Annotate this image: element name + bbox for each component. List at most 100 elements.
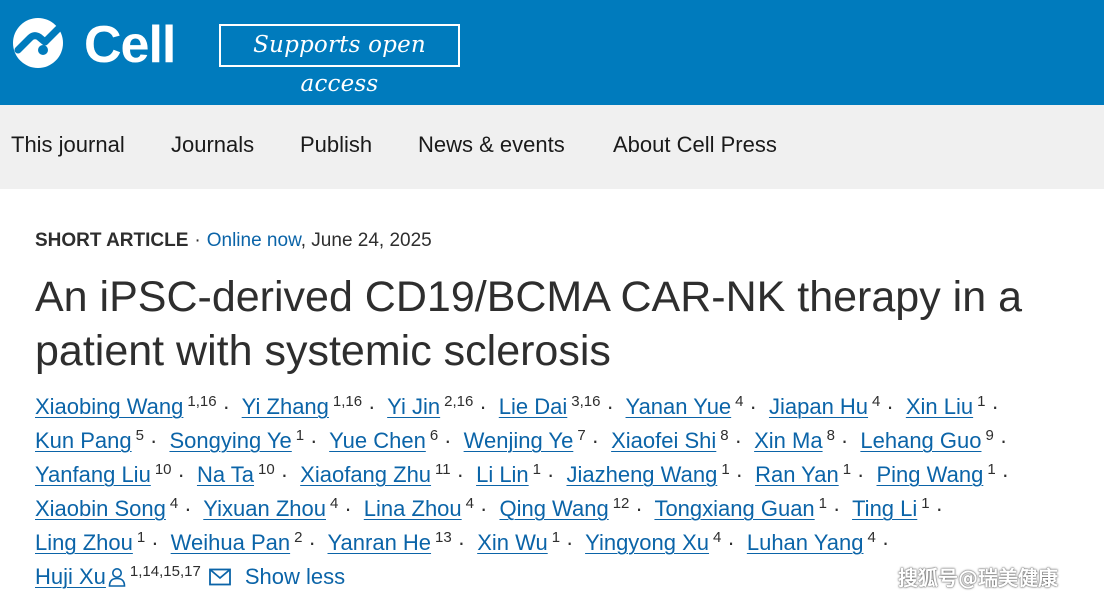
author-list: Xiaobing Wang 1,16 · Yi Zhang 1,16 · Yi Jin 2…: [35, 390, 1045, 594]
affiliation-ref[interactable]: 1: [137, 529, 145, 546]
author-separator: ·: [935, 496, 943, 521]
author-link[interactable]: Yingyong Xu: [585, 530, 709, 555]
author-link[interactable]: Qing Wang: [499, 496, 608, 521]
nav-about-cell-press[interactable]: About Cell Press: [613, 105, 777, 189]
author-link[interactable]: Xin Liu: [906, 394, 973, 419]
article-title: An iPSC-derived CD19/BCMA CAR-NK therapy…: [35, 273, 1022, 375]
author-link[interactable]: Tongxiang Guan: [654, 496, 814, 521]
author-link[interactable]: Yixuan Zhou: [203, 496, 326, 521]
author-separator: ·: [999, 428, 1008, 453]
affiliation-ref[interactable]: 4: [170, 495, 178, 512]
author-link[interactable]: Weihua Pan: [171, 530, 290, 555]
affiliation-ref[interactable]: 4: [867, 529, 875, 546]
author-link[interactable]: Yi Zhang: [242, 394, 329, 419]
author-link[interactable]: Xiaobin Song: [35, 496, 166, 521]
open-access-badge[interactable]: Supports open access: [219, 24, 460, 97]
author-separator: ·: [456, 462, 464, 487]
affiliation-ref[interactable]: 1,16: [333, 393, 362, 410]
affiliation-ref[interactable]: 1: [721, 461, 729, 478]
show-less-button[interactable]: Show less: [245, 564, 345, 589]
author-link[interactable]: Kun Pang: [35, 428, 132, 453]
affiliation-ref[interactable]: 4: [713, 529, 721, 546]
cell-logo-icon[interactable]: [12, 17, 64, 69]
nav-journals[interactable]: Journals: [171, 105, 254, 189]
author-link-corresponding[interactable]: Huji Xu: [35, 564, 106, 589]
affiliation-ref[interactable]: 9: [985, 427, 993, 444]
online-status-link[interactable]: Online now: [207, 230, 301, 251]
author-link[interactable]: Lie Dai: [499, 394, 567, 419]
affiliation-ref[interactable]: 10: [155, 461, 172, 478]
author-link[interactable]: Lina Zhou: [364, 496, 462, 521]
author-link[interactable]: Yanfang Liu: [35, 462, 151, 487]
affiliation-ref[interactable]: 11: [435, 461, 451, 478]
affiliation-ref[interactable]: 2: [294, 529, 302, 546]
affiliation-ref[interactable]: 4: [735, 393, 743, 410]
author-line: Xiaobing Wang 1,16 · Yi Zhang 1,16 · Yi Jin 2…: [35, 390, 1045, 424]
affiliation-ref[interactable]: 6: [430, 427, 438, 444]
author-link[interactable]: Lehang Guo: [860, 428, 981, 453]
mail-icon[interactable]: [208, 568, 231, 586]
affiliation-ref[interactable]: 7: [577, 427, 585, 444]
author-line: Xiaobin Song 4 · Yixuan Zhou 4 · Lina Zhou 4 ·…: [35, 492, 1045, 526]
author-separator: ·: [749, 394, 757, 419]
affiliation-ref[interactable]: 3,16: [571, 393, 600, 410]
author-link[interactable]: Xin Wu: [477, 530, 548, 555]
author-separator: ·: [727, 530, 735, 555]
author-separator: ·: [308, 530, 316, 555]
affiliation-ref[interactable]: 4: [330, 495, 338, 512]
author-link[interactable]: Jiapan Hu: [769, 394, 868, 419]
author-link[interactable]: Li Lin: [476, 462, 529, 487]
author-separator: ·: [886, 394, 894, 419]
author-separator: ·: [566, 530, 574, 555]
author-separator: ·: [606, 394, 614, 419]
author-link[interactable]: Wenjing Ye: [464, 428, 574, 453]
author-link[interactable]: Yanan Yue: [626, 394, 732, 419]
author-separator: ·: [991, 394, 999, 419]
author-separator: ·: [457, 530, 466, 555]
author-link[interactable]: Yanran He: [328, 530, 432, 555]
affiliation-ref[interactable]: 8: [720, 427, 728, 444]
author-link[interactable]: Na Ta: [197, 462, 254, 487]
affiliation-ref[interactable]: 1: [987, 461, 995, 478]
author-separator: ·: [368, 394, 376, 419]
affiliation-ref[interactable]: 13: [435, 529, 452, 546]
author-link[interactable]: Luhan Yang: [747, 530, 864, 555]
author-separator: ·: [177, 462, 185, 487]
affiliation-ref[interactable]: 2,16: [444, 393, 473, 410]
affiliation-ref[interactable]: 1: [843, 461, 851, 478]
author-line: Ling Zhou 1 · Weihua Pan 2 · Yanran He 13 · Xi…: [35, 526, 1045, 560]
affiliation-ref[interactable]: 1: [977, 393, 985, 410]
affiliation-ref[interactable]: 1: [296, 427, 304, 444]
nav-publish[interactable]: Publish: [300, 105, 372, 189]
affiliation-ref[interactable]: 1: [819, 495, 827, 512]
affiliation-ref[interactable]: 1: [921, 495, 929, 512]
brand-name[interactable]: Cell: [84, 12, 176, 78]
affiliation-ref[interactable]: 5: [136, 427, 144, 444]
author-separator: ·: [735, 462, 743, 487]
affiliation-ref[interactable]: 8: [827, 427, 835, 444]
affiliation-ref[interactable]: 4: [466, 495, 474, 512]
author-link[interactable]: Yi Jin: [387, 394, 440, 419]
author-link[interactable]: Xiaobing Wang: [35, 394, 183, 419]
nav-news-events[interactable]: News & events: [418, 105, 565, 189]
affiliation-ref[interactable]: 1,14,15,17: [130, 563, 201, 580]
author-link[interactable]: Xin Ma: [754, 428, 822, 453]
author-link[interactable]: Jiazheng Wang: [566, 462, 717, 487]
author-link[interactable]: Ling Zhou: [35, 530, 133, 555]
author-link[interactable]: Xiaofang Zhu: [300, 462, 431, 487]
affiliation-ref[interactable]: 1,16: [187, 393, 216, 410]
author-separator: ·: [310, 428, 318, 453]
affiliation-ref[interactable]: 1: [552, 529, 560, 546]
author-link[interactable]: Yue Chen: [329, 428, 426, 453]
author-link[interactable]: Songying Ye: [169, 428, 291, 453]
affiliation-ref[interactable]: 4: [872, 393, 880, 410]
author-link[interactable]: Ping Wang: [877, 462, 984, 487]
affiliation-ref[interactable]: 10: [258, 461, 275, 478]
author-link[interactable]: Xiaofei Shi: [611, 428, 716, 453]
author-link[interactable]: Ran Yan: [755, 462, 839, 487]
nav-this-journal[interactable]: This journal: [11, 105, 125, 189]
author-link[interactable]: Ting Li: [852, 496, 917, 521]
affiliation-ref[interactable]: 1: [533, 461, 541, 478]
author-separator: ·: [1001, 462, 1009, 487]
affiliation-ref[interactable]: 12: [613, 495, 630, 512]
